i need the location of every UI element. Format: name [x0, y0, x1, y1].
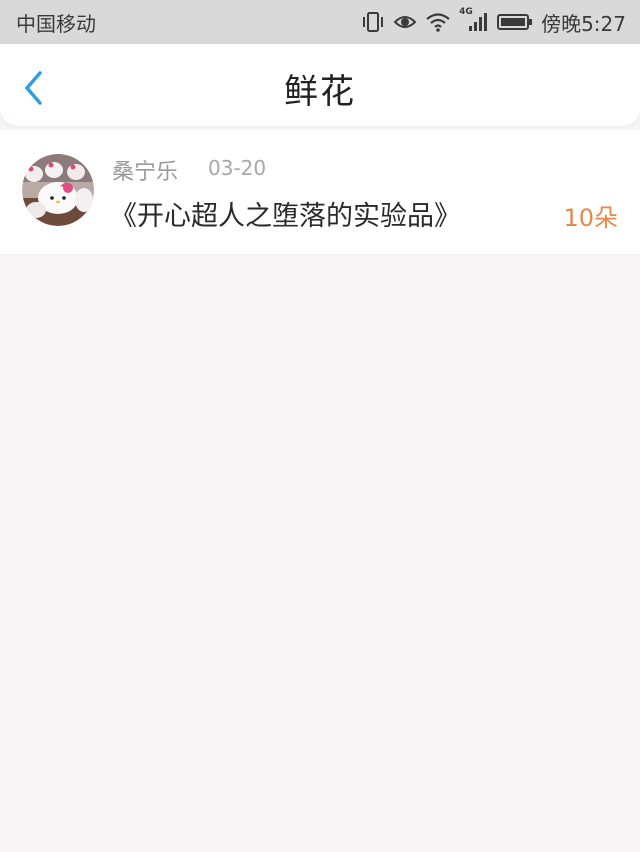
network-type: 4G: [459, 7, 473, 17]
page-title: 鲜花: [284, 72, 356, 112]
eye-icon: [393, 11, 417, 33]
user-name: 桑宁乐: [112, 160, 179, 185]
clock: 傍晚5:27: [541, 11, 626, 36]
status-bar: 中国移动 4G 傍晚5:27: [0, 0, 640, 44]
carrier-name: 中国移动: [16, 11, 96, 36]
status-icons: 4G 傍晚5:27: [361, 7, 626, 37]
signal-icon: 4G: [459, 7, 489, 33]
post-date: 03-20: [208, 156, 267, 180]
list-item[interactable]: 桑宁乐 03-20 《开心超人之堕落的实验品》 10朵: [0, 130, 640, 255]
vibrate-icon: [361, 11, 385, 33]
wifi-icon: [425, 11, 451, 33]
flower-count: 10朵: [563, 204, 618, 232]
battery-icon: [497, 11, 533, 33]
post-title[interactable]: 《开心超人之堕落的实验品》: [110, 194, 461, 233]
flower-list: 桑宁乐 03-20 《开心超人之堕落的实验品》 10朵: [0, 130, 640, 255]
title-bar: 鲜花: [0, 44, 640, 126]
avatar[interactable]: [22, 154, 94, 226]
